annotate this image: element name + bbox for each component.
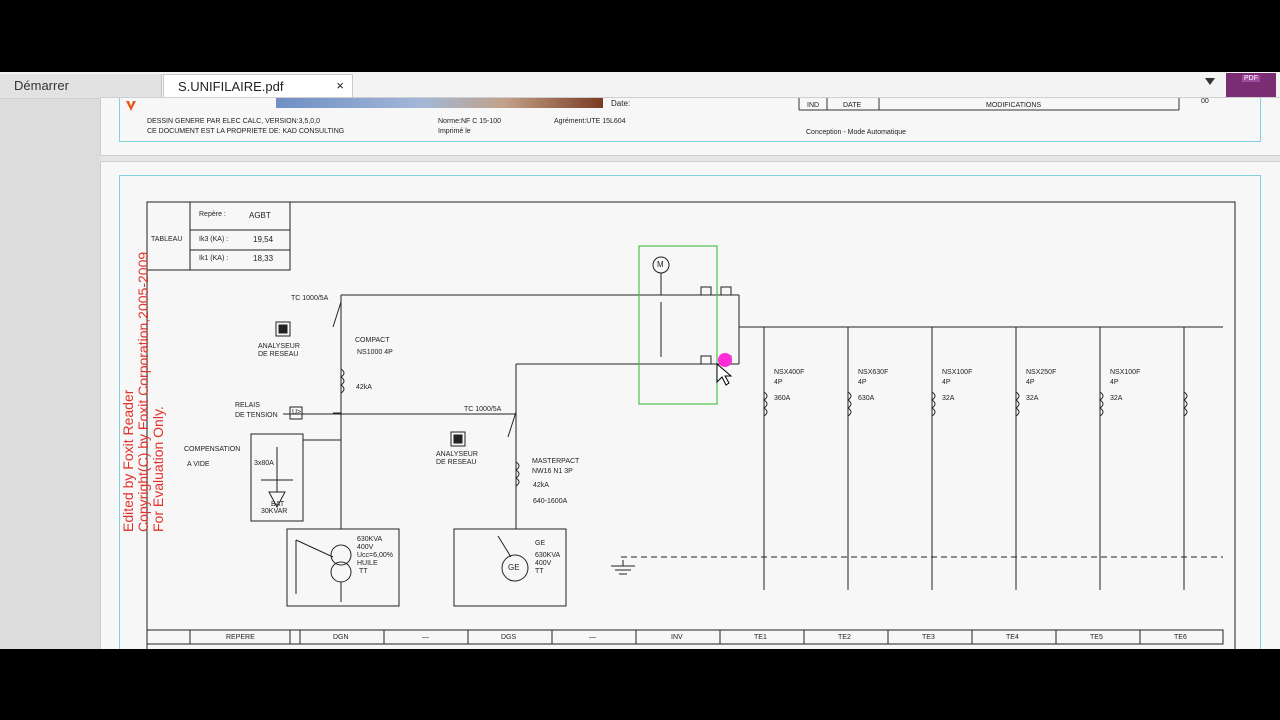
evaluation-watermark: Edited by Foxit Reader Copyright(C) by F… [120,251,166,532]
transfo-line4: HUILE [357,560,378,567]
ik1-label: Ik1 (KA) : [199,255,229,262]
left-panel [0,99,100,649]
motor-label: M [657,260,664,269]
feeder-3-name: NSX100F [942,369,973,376]
ind-header: IND [807,102,820,109]
masterpact-line4: 640-1600A [533,498,568,505]
pdf-page-1: Date: IND DATE MODIFICATIONS 00 DESSIN G… [100,97,1280,156]
tc2-label: TC 1000/5A [464,406,502,413]
chevron-down-icon[interactable] [1205,78,1215,85]
repere-label: Repère : [199,211,226,218]
bottom-cell-7: TE2 [838,634,851,641]
watermark-line: Copyright(C) by Foxit Corporation,2005-2… [135,251,151,532]
ik1-value: 18,33 [253,254,274,263]
analyseur1-line1: ANALYSEUR [258,343,300,350]
feeder-5-rating: 32A [1110,395,1123,402]
tab-demarrer[interactable]: Démarrer [0,74,162,98]
feeder-4-poles: 4P [1026,379,1035,386]
bottom-cell-5: INV [671,634,683,641]
foxit-reader-window: Démarrer S.UNIFILAIRE.pdf × PDF Date: IN… [0,72,1280,649]
comp-box-line2: BAT [271,501,285,508]
relais-line2: DE TENSION [235,412,278,419]
tc1-label: TC 1000/5A [291,295,329,302]
cursor-highlight [718,353,732,367]
feeder-2-rating: 630A [858,395,875,402]
analyseur1-line2: DE RESEAU [258,351,299,358]
bottom-cell-3: DGS [501,634,517,641]
date-header: DATE [843,102,862,109]
ik3-label: Ik3 (KA) : [199,236,229,243]
watermark-line: For Evaluation Only. [150,406,166,532]
feeder-2-name: NSX630F [858,369,889,376]
ge-line4: TT [535,568,544,575]
ik3-value: 19,54 [253,235,274,244]
modifications-header: MODIFICATIONS [986,102,1042,109]
foxit-logo-icon: PDF [1226,73,1276,97]
tab-label: S.UNIFILAIRE.pdf [178,79,284,94]
transfo-line1: 630KVA [357,536,383,543]
analyseur2-line1: ANALYSEUR [436,451,478,458]
bottom-cell-4: — [589,634,596,641]
ge-circle-label: GE [508,563,520,572]
compensation-line1: COMPENSATION [184,446,241,453]
brand-label: PDF [1242,75,1260,82]
bottom-cell-11: TE6 [1174,634,1187,641]
compact-line1: COMPACT [355,337,390,344]
tableau-label: TABLEAU [151,236,183,243]
conception-text: Conception - Mode Automatique [806,129,907,136]
ge-line1: GE [535,540,546,547]
bottom-cell-6: TE1 [754,634,767,641]
transfo-line5: TT [359,568,368,575]
norme-text: Norme:NF C 15-100 [438,118,502,125]
comp-box-line3: 30KVAR [261,508,288,515]
feeder-5-poles: 4P [1110,379,1119,386]
tab-label: Démarrer [14,78,69,93]
agrement-text: Agrément:UTE 15L604 [554,118,626,125]
feeder-4-rating: 32A [1026,395,1039,402]
masterpact-line3: 42kA [533,482,549,489]
masterpact-line1: MASTERPACT [532,458,580,465]
feeder-1-rating: 360A [774,395,791,402]
relais-line1: RELAIS [235,402,260,409]
bottom-cell-8: TE3 [922,634,935,641]
pdf-page-2: Repère : AGBT TABLEAU Ik3 (KA) : 19,54 I… [100,161,1280,649]
bottom-repere: REPERE [226,634,255,641]
feeder-3-rating: 32A [942,395,955,402]
feeder-3-poles: 4P [942,379,951,386]
feeder-1-name: NSX400F [774,369,805,376]
tab-unifilaire[interactable]: S.UNIFILAIRE.pdf × [163,74,353,98]
document-viewer[interactable]: Date: IND DATE MODIFICATIONS 00 DESSIN G… [0,97,1280,649]
ge-line3: 400V [535,560,552,567]
feeder-1-poles: 4P [774,379,783,386]
feeder-2-poles: 4P [858,379,867,386]
close-icon[interactable]: × [336,78,344,93]
compact-line2: NS1000 4P [357,349,393,356]
revision-number: 00 [1201,98,1209,105]
feeder-4-name: NSX250F [1026,369,1057,376]
compensation-line2: A VIDE [187,461,210,468]
bottom-cell-2: — [422,634,429,641]
comp-box-line1: 3x80A [254,460,274,467]
bottom-cell-9: TE4 [1006,634,1019,641]
imprime-text: Imprimé le [438,128,471,135]
transfo-line3: Ucc=6,00% [357,552,393,559]
revision-table-lines [798,98,1180,111]
ownership-text: CE DOCUMENT EST LA PROPRIETE DE: KAD CON… [147,128,345,135]
repere-value: AGBT [249,211,271,220]
transfo-line2: 400V [357,544,374,551]
selection-rectangle[interactable] [638,245,718,405]
single-line-diagram [146,201,1236,649]
mouse-cursor-icon [716,362,733,386]
relais-box: U> [292,409,302,416]
compact-line3: 42kA [356,384,372,391]
generated-by-text: DESSIN GENERE PAR ELEC CALC, VERSION:3,5… [147,118,320,125]
analyseur2-line2: DE RESEAU [436,459,477,466]
bottom-cell-1: DGN [333,634,349,641]
tab-bar: Démarrer S.UNIFILAIRE.pdf × PDF [0,72,1280,99]
ge-line2: 630KVA [535,552,561,559]
feeder-5-name: NSX100F [1110,369,1141,376]
bottom-cell-10: TE5 [1090,634,1103,641]
watermark-line: Edited by Foxit Reader [120,389,136,532]
masterpact-line2: NW16 N1 3P [532,468,573,475]
